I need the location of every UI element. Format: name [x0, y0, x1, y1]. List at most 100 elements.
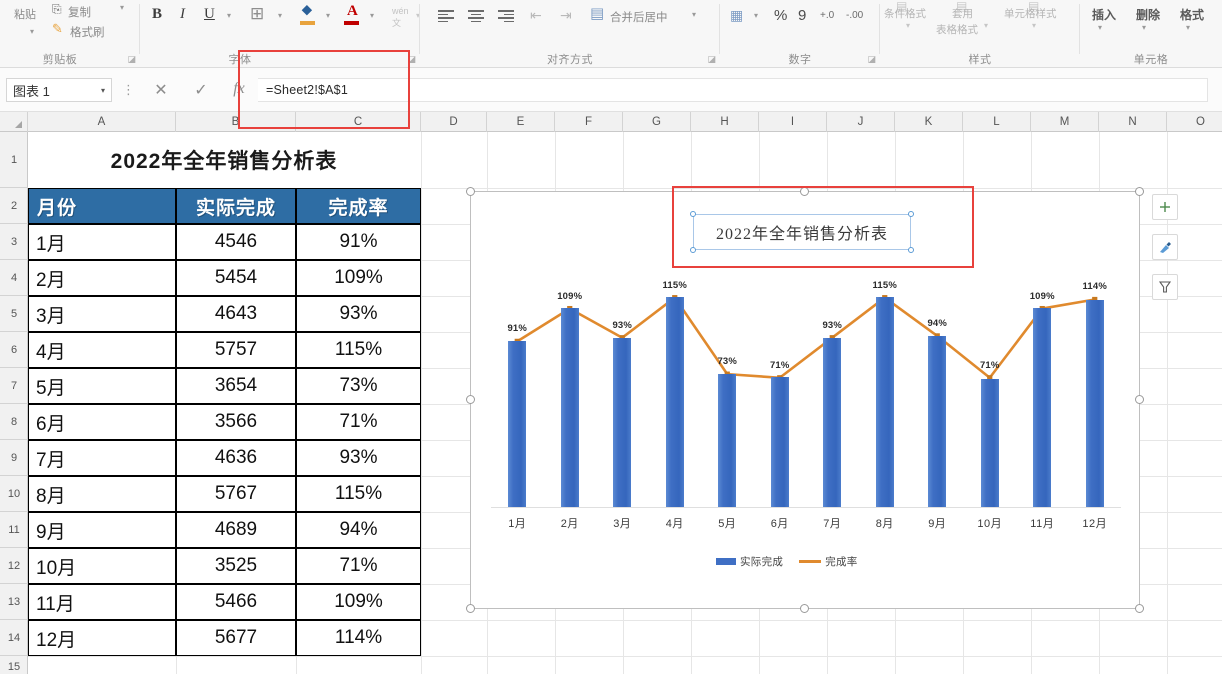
insert-function-icon[interactable]: fx	[228, 80, 250, 98]
merge-center-button[interactable]: 合并后居中	[610, 9, 668, 25]
table-cell-actual[interactable]: 5454	[176, 260, 296, 296]
insert-caret-icon[interactable]: ▾	[1098, 24, 1102, 32]
conditional-format-button[interactable]: 条件格式	[884, 6, 926, 21]
table-cell-month[interactable]: 3月	[28, 296, 176, 332]
number-format-icon[interactable]: ▦	[730, 8, 743, 22]
chart-bar[interactable]	[980, 378, 999, 507]
phonetic-guide-icon[interactable]: wén 文	[392, 6, 409, 29]
table-cell-rate[interactable]: 91%	[296, 224, 421, 260]
chart-handle-bc[interactable]	[800, 604, 809, 613]
legend-item-bar[interactable]: 实际完成	[716, 554, 783, 569]
fill-color-caret-icon[interactable]: ▾	[326, 12, 330, 20]
table-cell-month[interactable]: 9月	[28, 512, 176, 548]
percent-style-icon[interactable]: %	[774, 8, 787, 23]
merge-caret-icon[interactable]: ▾	[692, 11, 696, 19]
chart-bar[interactable]	[1033, 308, 1052, 507]
chart-elements-button[interactable]	[1152, 194, 1178, 220]
font-color-swatch[interactable]	[344, 21, 359, 25]
legend-item-line[interactable]: 完成率	[799, 554, 857, 569]
table-cell-month[interactable]: 7月	[28, 440, 176, 476]
copy-button[interactable]: 复制	[68, 4, 91, 20]
title-handle-tl[interactable]	[690, 211, 696, 217]
row-header-4[interactable]: 4	[0, 260, 28, 296]
chart-line-series[interactable]	[516, 296, 1095, 380]
row-header-6[interactable]: 6	[0, 332, 28, 368]
font-color-icon[interactable]: A	[347, 3, 358, 20]
align-center-icon[interactable]	[468, 10, 484, 22]
chart-handle-tc[interactable]	[800, 187, 809, 196]
table-header-cell-0[interactable]: 月份	[28, 188, 176, 224]
title-handle-tr[interactable]	[908, 211, 914, 217]
table-cell-month[interactable]: 10月	[28, 548, 176, 584]
table-cell-rate[interactable]: 114%	[296, 620, 421, 656]
table-cell-actual[interactable]: 4689	[176, 512, 296, 548]
merge-center-icon[interactable]: ▤	[590, 6, 604, 21]
table-cell-actual[interactable]: 5466	[176, 584, 296, 620]
paste-caret-icon[interactable]: ▾	[30, 28, 34, 36]
row-header-1[interactable]: 1	[0, 132, 28, 188]
table-cell-actual[interactable]: 5677	[176, 620, 296, 656]
chart-bar[interactable]	[770, 377, 789, 507]
chart-handle-br[interactable]	[1135, 604, 1144, 613]
column-header-O[interactable]: O	[1167, 112, 1222, 132]
format-as-table-button-line2[interactable]: 表格格式	[936, 22, 978, 37]
column-header-G[interactable]: G	[623, 112, 691, 132]
table-cell-actual[interactable]: 5757	[176, 332, 296, 368]
column-header-A[interactable]: A	[28, 112, 176, 132]
row-header-7[interactable]: 7	[0, 368, 28, 404]
chart-styles-button[interactable]	[1152, 234, 1178, 260]
format-caret-icon[interactable]: ▾	[1186, 24, 1190, 32]
bold-button[interactable]: B	[152, 6, 162, 23]
column-header-F[interactable]: F	[555, 112, 623, 132]
column-header-N[interactable]: N	[1099, 112, 1167, 132]
table-cell-rate[interactable]: 109%	[296, 584, 421, 620]
chart-object[interactable]: 2022年全年销售分析表 91% 109% 93% 115% 73% 71% 93% 115%…	[470, 191, 1140, 609]
table-cell-month[interactable]: 1月	[28, 224, 176, 260]
underline-button[interactable]: U	[204, 6, 215, 23]
chart-bar[interactable]	[665, 297, 684, 507]
italic-button[interactable]: I	[180, 6, 185, 23]
column-header-K[interactable]: K	[895, 112, 963, 132]
table-cell-month[interactable]: 4月	[28, 332, 176, 368]
font-dialog-launcher-icon[interactable]: ◪	[407, 54, 416, 65]
increase-indent-icon[interactable]: ⇥	[560, 8, 572, 22]
align-right-icon[interactable]	[498, 10, 514, 22]
confirm-formula-icon[interactable]: ✓	[190, 80, 212, 100]
table-cell-month[interactable]: 5月	[28, 368, 176, 404]
table-cell-rate[interactable]: 115%	[296, 476, 421, 512]
chart-handle-ml[interactable]	[466, 395, 475, 404]
cell-styles-button[interactable]: 单元格样式	[1004, 6, 1057, 21]
comma-style-icon[interactable]: 9	[798, 8, 806, 23]
table-cell-rate[interactable]: 71%	[296, 404, 421, 440]
row-header-8[interactable]: 8	[0, 404, 28, 440]
chart-handle-mr[interactable]	[1135, 395, 1144, 404]
column-header-M[interactable]: M	[1031, 112, 1099, 132]
row-header-3[interactable]: 3	[0, 224, 28, 260]
table-cell-actual[interactable]: 4636	[176, 440, 296, 476]
table-title-cell[interactable]: 2022年全年销售分析表	[28, 132, 420, 188]
insert-button[interactable]: 插入	[1092, 6, 1116, 23]
formula-input[interactable]: =Sheet2!$A$1	[258, 78, 1208, 102]
decrease-indent-icon[interactable]: ⇤	[530, 8, 542, 22]
table-cell-rate[interactable]: 115%	[296, 332, 421, 368]
table-cell-rate[interactable]: 94%	[296, 512, 421, 548]
table-cell-actual[interactable]: 3566	[176, 404, 296, 440]
table-cell-actual[interactable]: 4546	[176, 224, 296, 260]
paste-button[interactable]: 粘贴	[14, 6, 36, 22]
column-header-J[interactable]: J	[827, 112, 895, 132]
name-box-caret-icon[interactable]: ▾	[101, 86, 105, 95]
table-header-cell-2[interactable]: 完成率	[296, 188, 421, 224]
fill-color-swatch[interactable]	[300, 21, 315, 25]
copy-icon[interactable]: ⎘	[52, 3, 62, 15]
chart-legend[interactable]: 实际完成 完成率	[716, 554, 858, 569]
cell-styles-caret-icon[interactable]: ▾	[1032, 22, 1036, 30]
row-header-5[interactable]: 5	[0, 296, 28, 332]
column-header-I[interactable]: I	[759, 112, 827, 132]
format-as-table-caret-icon[interactable]: ▾	[984, 22, 988, 30]
chart-bar[interactable]	[613, 337, 632, 507]
row-header-15[interactable]: 15	[0, 656, 28, 674]
conditional-format-caret-icon[interactable]: ▾	[906, 22, 910, 30]
chart-bar[interactable]	[928, 336, 947, 507]
format-button[interactable]: 格式	[1180, 6, 1204, 23]
table-cell-month[interactable]: 2月	[28, 260, 176, 296]
